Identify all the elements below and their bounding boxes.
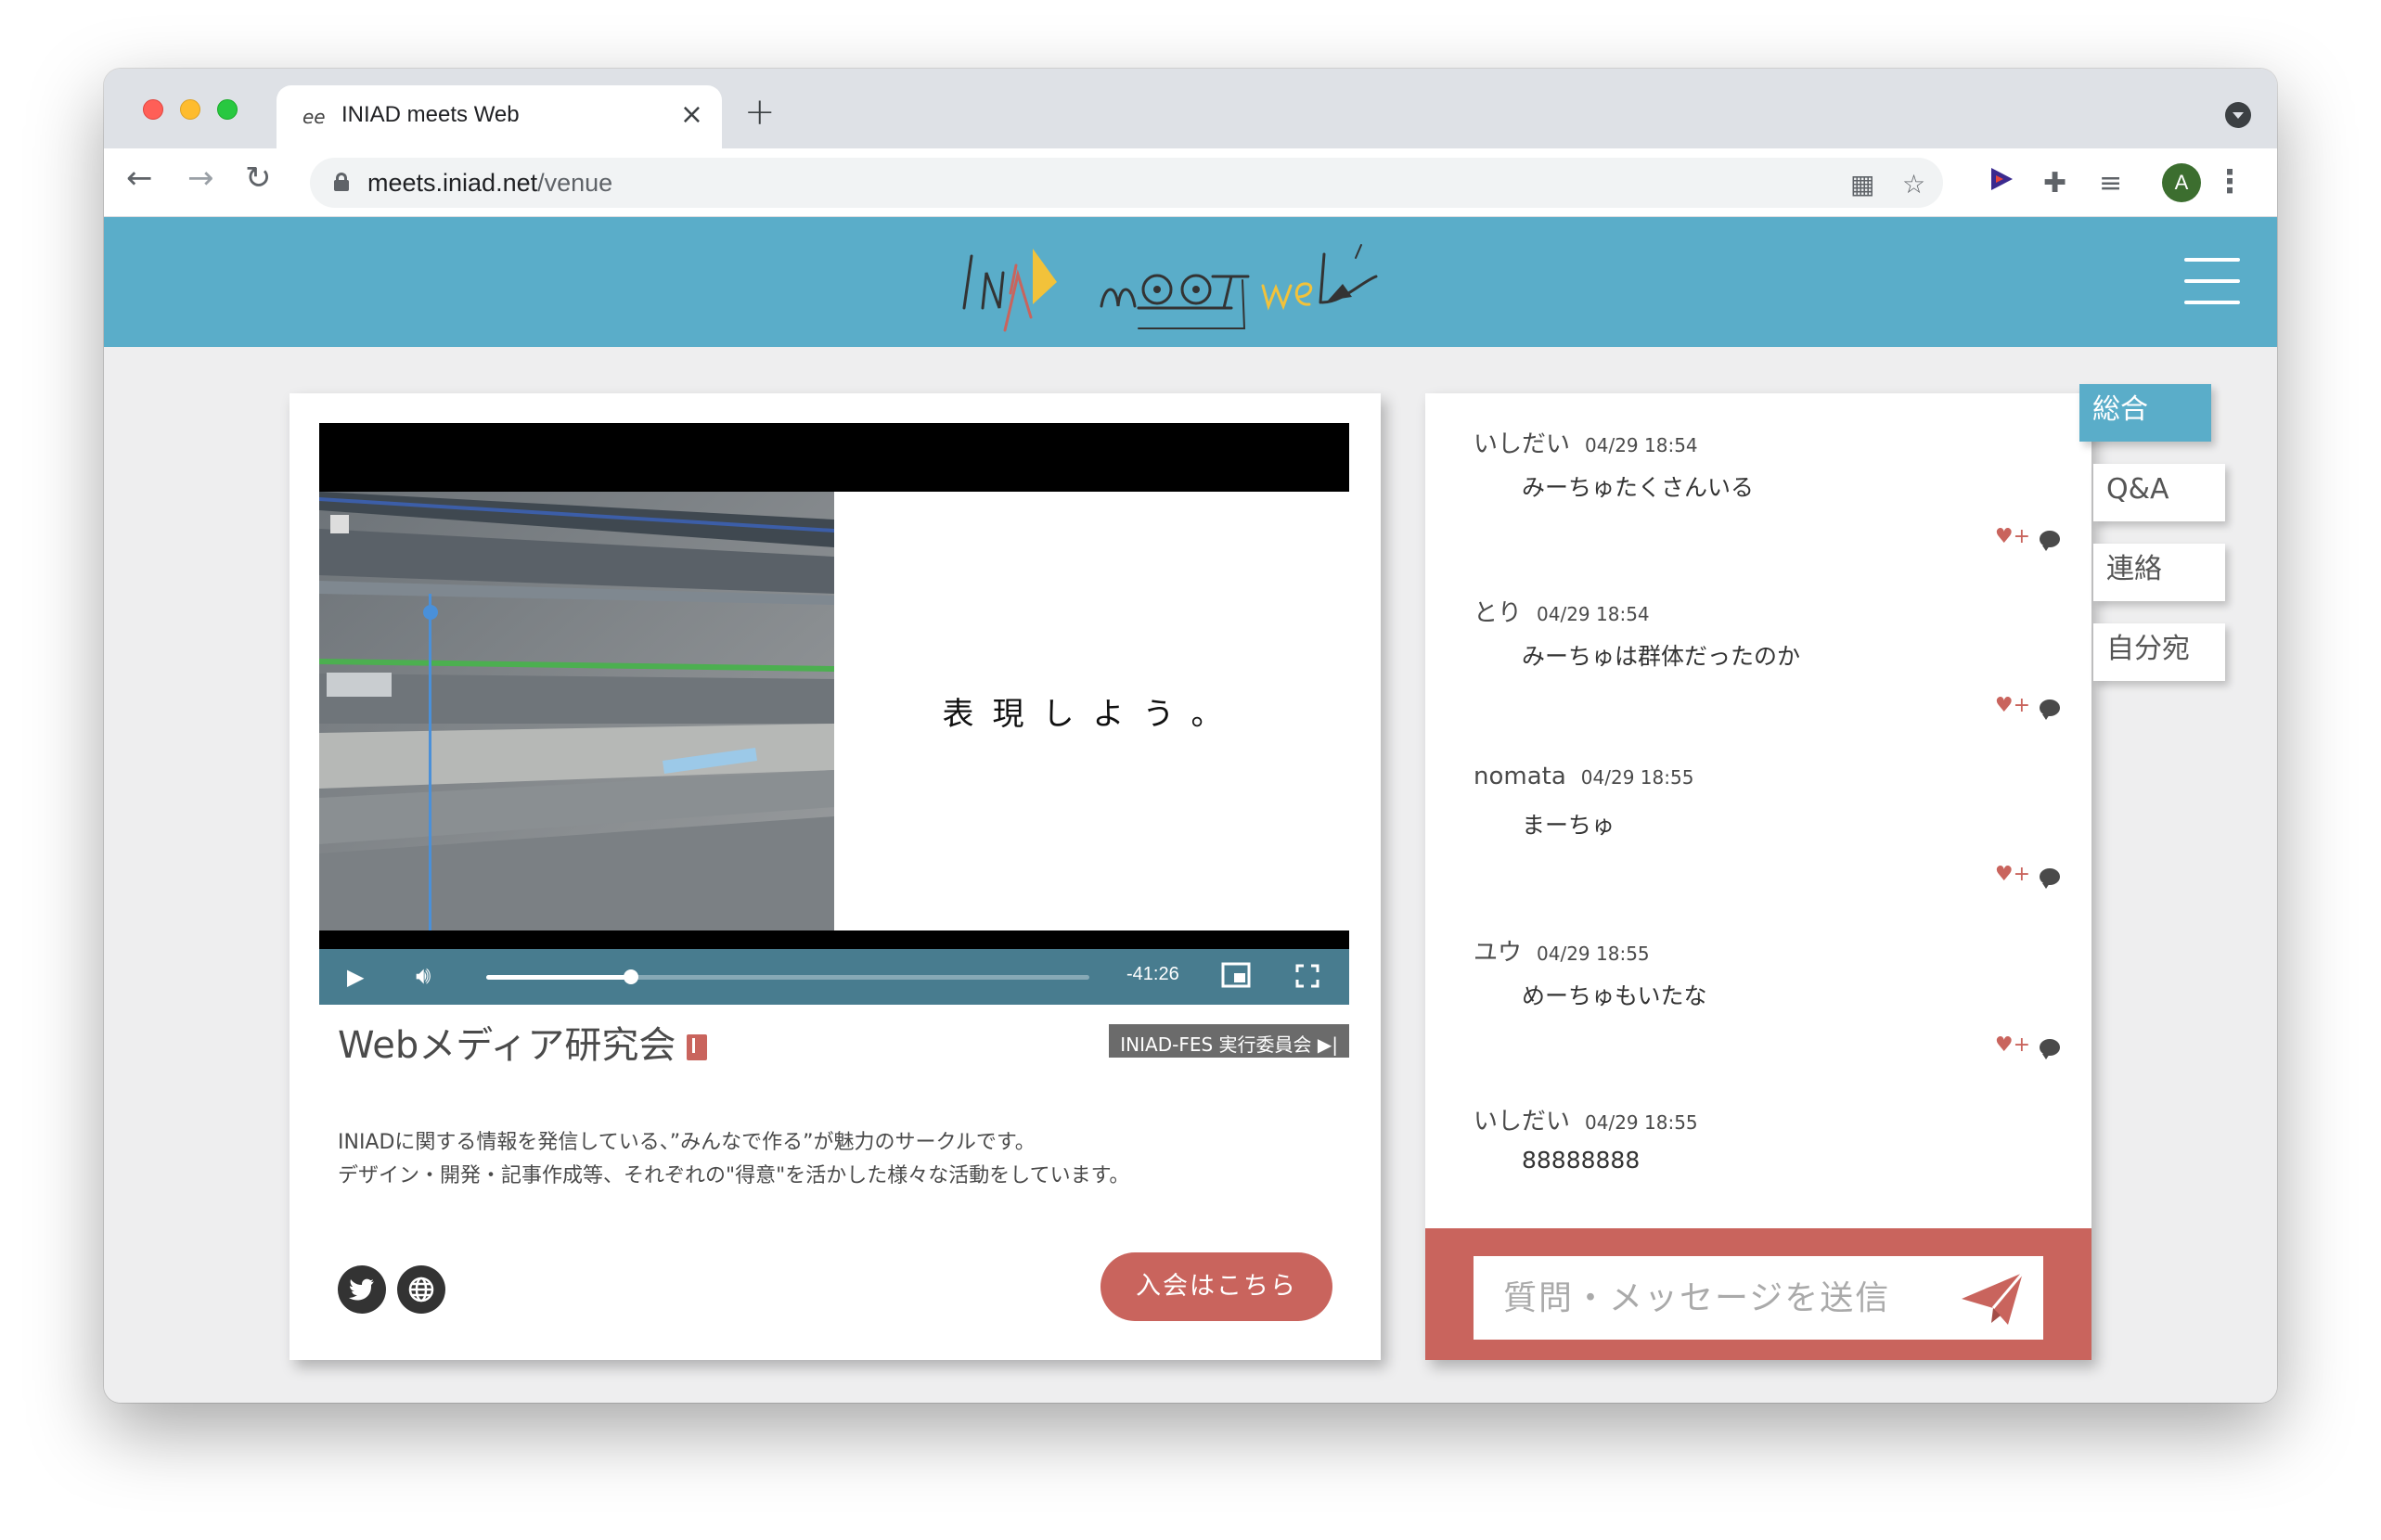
circle-card: 表現しよう。 ▶ 🔊︎ -41:26 Webメディア研究会 INIAD-FES … xyxy=(290,393,1381,1360)
browser-toolbar: ← → ↻ meets.iniad.net/venue ▦ ☆ ✚ ≡ A ⋮ xyxy=(104,148,2277,217)
browser-window: ee INIAD meets Web × + ← → ↻ meets.iniad… xyxy=(104,69,2277,1403)
message-time: 04/29 18:55 xyxy=(1585,1111,1698,1134)
video-player[interactable]: 表現しよう。 ▶ 🔊︎ -41:26 xyxy=(319,423,1349,1005)
message-text: みーちゅは群体だったのか xyxy=(1522,643,1801,670)
like-heart-icon[interactable]: ♥+ xyxy=(1995,525,2030,548)
reply-bubble-icon[interactable] xyxy=(2040,699,2060,720)
page-content: 表現しよう。 ▶ 🔊︎ -41:26 Webメディア研究会 INIAD-FES … xyxy=(104,217,2277,1403)
extensions-puzzle-icon[interactable]: ✚ xyxy=(2043,167,2066,199)
browser-tab[interactable]: ee INIAD meets Web × xyxy=(277,85,722,148)
join-button[interactable]: 入会はこちら xyxy=(1100,1252,1332,1321)
site-logo[interactable] xyxy=(953,228,1435,338)
website-globe-icon[interactable] xyxy=(397,1265,445,1314)
chat-message: ユウ 04/29 18:55 めーちゅもいたな ♥+ xyxy=(1474,933,2067,1100)
message-user: nomata xyxy=(1474,763,1566,790)
time-remaining: -41:26 xyxy=(1126,964,1179,984)
chat-message: とり 04/29 18:54 みーちゅは群体だったのか ♥+ xyxy=(1474,594,2067,761)
organizer-badge[interactable]: INIAD-FES 実行委員会 ▶| xyxy=(1109,1024,1349,1058)
hamburger-menu-icon[interactable] xyxy=(2184,258,2240,304)
chat-message: いしだい 04/29 18:54 みーちゅたくさんいる ♥+ xyxy=(1474,425,2067,592)
message-time: 04/29 18:55 xyxy=(1537,943,1650,965)
bookmark-icon[interactable] xyxy=(687,1034,708,1060)
browser-menu-icon[interactable]: ⋮ xyxy=(2214,163,2246,200)
bookmark-star-icon[interactable]: ☆ xyxy=(1902,169,1925,199)
chat-message: nomata 04/29 18:55 まーちゅ ♥+ xyxy=(1474,763,2067,930)
reload-icon[interactable]: ↻ xyxy=(245,160,272,197)
seek-handle[interactable] xyxy=(624,969,638,984)
video-frame: 表現しよう。 xyxy=(319,492,1349,930)
like-heart-icon[interactable]: ♥+ xyxy=(1995,863,2030,886)
forward-icon[interactable]: → xyxy=(187,160,214,197)
qr-code-icon[interactable]: ▦ xyxy=(1850,169,1874,199)
tab-strip: ee INIAD meets Web × + xyxy=(104,69,2277,148)
close-tab-icon[interactable]: × xyxy=(680,98,703,131)
like-heart-icon[interactable]: ♥+ xyxy=(1995,694,2030,717)
message-time: 04/29 18:54 xyxy=(1537,603,1650,625)
description-line-1: INIADに関する情報を発信している、”みんなで作る”が魅力のサークルです。 xyxy=(338,1131,1036,1154)
message-user: ユウ xyxy=(1474,939,1523,967)
minimize-window-button[interactable] xyxy=(180,99,200,120)
video-thumbnail-image xyxy=(319,492,834,930)
message-time: 04/29 18:54 xyxy=(1585,434,1698,456)
message-input[interactable] xyxy=(1474,1256,2043,1340)
lock-icon xyxy=(334,173,349,191)
address-bar[interactable]: meets.iniad.net/venue ▦ ☆ xyxy=(310,158,1943,208)
chat-message-list[interactable]: いしだい 04/29 18:54 みーちゅたくさんいる ♥+ とり 04/29 18… xyxy=(1425,393,2091,1228)
site-header xyxy=(104,217,2277,347)
circle-description: INIADに関する情報を発信している、”みんなで作る”が魅力のサークルです。 デ… xyxy=(338,1126,1129,1193)
message-time: 04/29 18:55 xyxy=(1580,766,1694,789)
tab-contact[interactable]: 連絡 xyxy=(2093,544,2225,601)
message-text: 88888888 xyxy=(1522,1147,1641,1174)
reply-bubble-icon[interactable] xyxy=(2040,1038,2060,1059)
extension-play-icon[interactable] xyxy=(1988,165,2015,200)
picture-in-picture-icon[interactable] xyxy=(1221,962,1251,995)
back-icon[interactable]: ← xyxy=(126,160,153,197)
tab-to-me[interactable]: 自分宛 xyxy=(2093,623,2225,681)
message-user: とり xyxy=(1474,599,1523,627)
video-slogan-text: 表現しよう。 xyxy=(942,696,1242,733)
message-text: みーちゅたくさんいる xyxy=(1522,474,1755,501)
circle-name: Webメディア研究会 xyxy=(338,1015,708,1069)
message-text: まーちゅ xyxy=(1522,812,1615,839)
chat-panel: いしだい 04/29 18:54 みーちゅたくさんいる ♥+ とり 04/29 18… xyxy=(1425,393,2091,1360)
reply-bubble-icon[interactable] xyxy=(2040,867,2060,889)
profile-avatar[interactable]: A xyxy=(2162,163,2201,202)
chat-input-area xyxy=(1425,1228,2091,1360)
send-paper-plane-icon[interactable] xyxy=(1960,1271,2025,1327)
video-controls: ▶ 🔊︎ -41:26 xyxy=(319,949,1349,1005)
reply-bubble-icon[interactable] xyxy=(2040,530,2060,551)
seek-bar-progress xyxy=(486,975,631,980)
message-user: いしだい xyxy=(1474,430,1571,458)
chat-message: いしだい 04/29 18:55 88888888 xyxy=(1474,1102,2067,1228)
reading-list-icon[interactable]: ≡ xyxy=(2099,167,2122,199)
seek-bar[interactable] xyxy=(486,969,1089,984)
url-text: meets.iniad.net/venue xyxy=(367,169,613,197)
twitter-icon[interactable] xyxy=(338,1265,386,1314)
volume-icon[interactable]: 🔊︎ xyxy=(416,962,431,991)
description-line-2: デザイン・開発・記事作成等、それぞれの"得意"を活かした様々な活動をしています。 xyxy=(338,1164,1130,1187)
fullscreen-icon[interactable] xyxy=(1295,964,1319,995)
like-heart-icon[interactable]: ♥+ xyxy=(1995,1033,2030,1057)
tab-general[interactable]: 総合 xyxy=(2079,384,2211,442)
close-window-button[interactable] xyxy=(143,99,163,120)
play-icon[interactable]: ▶ xyxy=(347,964,364,990)
favicon-icon: ee xyxy=(302,106,326,128)
message-user: いしだい xyxy=(1474,1108,1571,1136)
tab-title: INIAD meets Web xyxy=(341,102,520,127)
message-text: めーちゅもいたな xyxy=(1522,982,1707,1009)
tab-search-icon[interactable] xyxy=(2225,102,2251,128)
maximize-window-button[interactable] xyxy=(217,99,238,120)
new-tab-button[interactable]: + xyxy=(744,91,776,134)
tab-qa[interactable]: Q&A xyxy=(2093,464,2225,521)
